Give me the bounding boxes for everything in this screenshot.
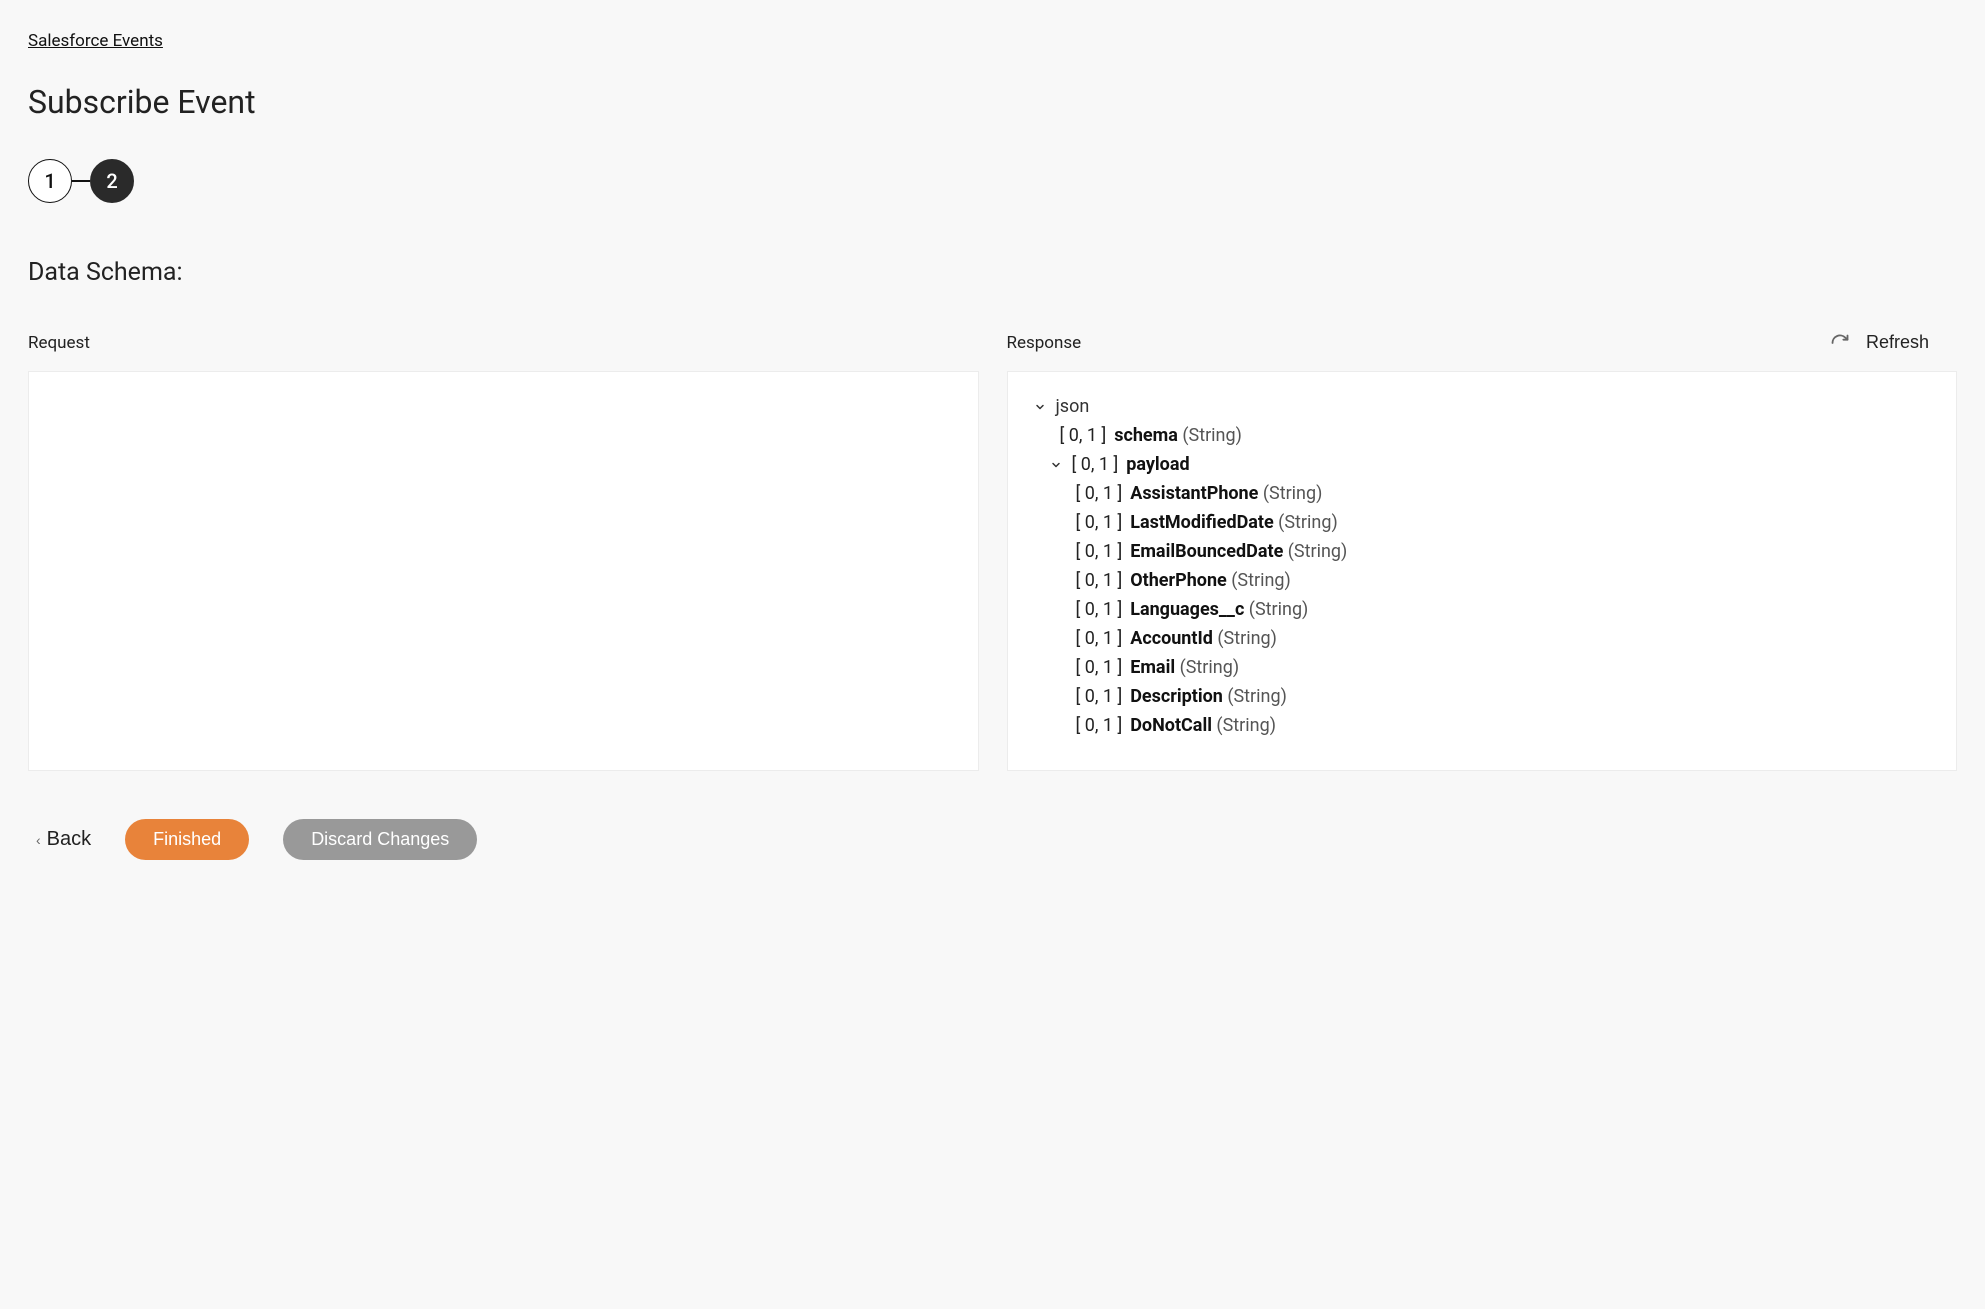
- section-title-data-schema: Data Schema:: [28, 258, 1957, 287]
- breadcrumb-link-salesforce-events[interactable]: Salesforce Events: [28, 31, 163, 51]
- field-name: OtherPhone: [1130, 570, 1227, 591]
- tree-node-field[interactable]: [ 0, 1 ] OtherPhone (String): [1032, 570, 1939, 591]
- tree-node-field[interactable]: [ 0, 1 ] LastModifiedDate (String): [1032, 512, 1939, 533]
- chevron-down-icon[interactable]: [1032, 399, 1048, 415]
- cardinality-prefix: [ 0, 1 ]: [1076, 715, 1123, 736]
- field-type: (String): [1244, 599, 1308, 620]
- cardinality-prefix: [ 0, 1 ]: [1076, 628, 1123, 649]
- step-1[interactable]: 1: [28, 159, 72, 203]
- chevron-left-icon: ‹: [36, 832, 41, 848]
- field-name: schema: [1114, 425, 1178, 446]
- cardinality-prefix: [ 0, 1 ]: [1060, 425, 1107, 446]
- cardinality-prefix: [ 0, 1 ]: [1076, 512, 1123, 533]
- field-type: (String): [1227, 570, 1291, 591]
- field-type: (String): [1258, 483, 1322, 504]
- step-2[interactable]: 2: [90, 159, 134, 203]
- field-type: (String): [1212, 715, 1276, 736]
- response-panel-label: Response: [1007, 333, 1958, 353]
- step-indicator: 1 2: [28, 159, 1957, 203]
- field-type: (String): [1283, 541, 1347, 562]
- request-panel: [28, 371, 979, 771]
- back-label: Back: [47, 828, 91, 851]
- request-panel-label: Request: [28, 333, 979, 353]
- cardinality-prefix: [ 0, 1 ]: [1076, 686, 1123, 707]
- cardinality-prefix: [ 0, 1 ]: [1076, 599, 1123, 620]
- response-panel: json [ 0, 1 ] schema (String) [ 0, 1 ] p…: [1007, 371, 1958, 771]
- tree-node-payload[interactable]: [ 0, 1 ] payload: [1032, 454, 1939, 475]
- field-type: (String): [1223, 686, 1287, 707]
- discard-changes-button[interactable]: Discard Changes: [283, 819, 477, 860]
- field-type: (String): [1213, 628, 1277, 649]
- tree-node-field[interactable]: [ 0, 1 ] EmailBouncedDate (String): [1032, 541, 1939, 562]
- field-type: (String): [1274, 512, 1338, 533]
- step-connector: [72, 180, 90, 182]
- tree-node-field[interactable]: [ 0, 1 ] Description (String): [1032, 686, 1939, 707]
- field-name: AccountId: [1130, 628, 1213, 649]
- tree-node-schema[interactable]: [ 0, 1 ] schema (String): [1032, 425, 1939, 446]
- field-name: Description: [1130, 686, 1223, 707]
- chevron-down-icon[interactable]: [1048, 457, 1064, 473]
- tree-node-json[interactable]: json: [1032, 396, 1939, 417]
- cardinality-prefix: [ 0, 1 ]: [1076, 570, 1123, 591]
- tree-root-label: json: [1056, 396, 1090, 417]
- field-name: payload: [1126, 454, 1189, 475]
- tree-node-field[interactable]: [ 0, 1 ] AccountId (String): [1032, 628, 1939, 649]
- finished-button[interactable]: Finished: [125, 819, 249, 860]
- tree-node-field[interactable]: [ 0, 1 ] Email (String): [1032, 657, 1939, 678]
- cardinality-prefix: [ 0, 1 ]: [1076, 483, 1123, 504]
- field-name: EmailBouncedDate: [1130, 541, 1283, 562]
- back-button[interactable]: ‹ Back: [36, 828, 91, 851]
- cardinality-prefix: [ 0, 1 ]: [1076, 541, 1123, 562]
- field-name: LastModifiedDate: [1130, 512, 1274, 533]
- field-name: Languages__c: [1130, 599, 1244, 620]
- tree-node-field[interactable]: [ 0, 1 ] AssistantPhone (String): [1032, 483, 1939, 504]
- cardinality-prefix: [ 0, 1 ]: [1076, 657, 1123, 678]
- tree-node-field[interactable]: [ 0, 1 ] Languages__c (String): [1032, 599, 1939, 620]
- response-tree: json [ 0, 1 ] schema (String) [ 0, 1 ] p…: [1008, 372, 1957, 768]
- tree-node-field[interactable]: [ 0, 1 ] DoNotCall (String): [1032, 715, 1939, 736]
- field-name: AssistantPhone: [1130, 483, 1258, 504]
- page-title: Subscribe Event: [28, 83, 1957, 121]
- field-name: Email: [1130, 657, 1175, 678]
- field-type: (String): [1175, 657, 1239, 678]
- cardinality-prefix: [ 0, 1 ]: [1072, 454, 1119, 475]
- field-type: (String): [1182, 425, 1242, 446]
- field-name: DoNotCall: [1130, 715, 1212, 736]
